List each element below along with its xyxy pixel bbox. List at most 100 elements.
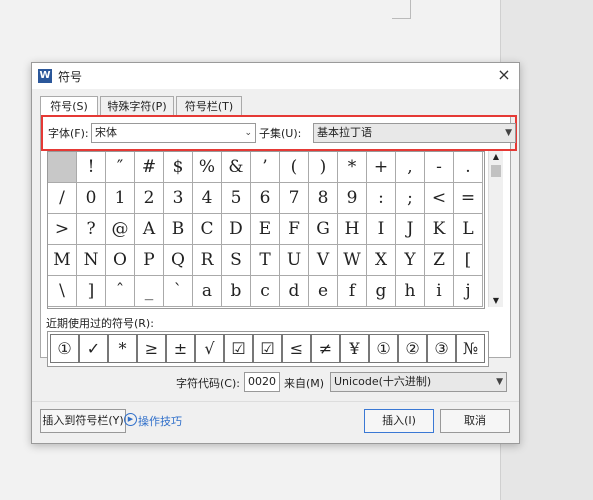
insert-to-symbol-bar-button[interactable]: 插入到符号栏(Y) — [40, 409, 126, 433]
symbol-cell[interactable]: [ — [454, 245, 483, 276]
symbol-cell[interactable]: S — [222, 245, 251, 276]
symbol-cell[interactable]: # — [135, 152, 164, 183]
recent-symbol-cell[interactable]: ¥ — [340, 334, 369, 363]
symbol-cell[interactable]: - — [425, 152, 454, 183]
recent-symbol-cell[interactable]: √ — [195, 334, 224, 363]
scroll-thumb[interactable] — [491, 165, 501, 177]
recent-symbol-cell[interactable]: № — [456, 334, 485, 363]
symbol-cell[interactable]: b — [222, 276, 251, 307]
symbol-cell[interactable]: 4 — [193, 183, 222, 214]
symbol-cell[interactable]: C — [193, 214, 222, 245]
symbol-cell[interactable]: * — [338, 152, 367, 183]
symbol-cell[interactable]: J — [396, 214, 425, 245]
symbol-grid-scrollbar[interactable]: ▲ ▼ — [488, 151, 503, 307]
symbol-cell[interactable]: \ — [48, 276, 77, 307]
symbol-cell[interactable]: H — [338, 214, 367, 245]
symbol-cell[interactable]: f — [338, 276, 367, 307]
symbol-cell[interactable]: ˆ — [106, 276, 135, 307]
symbol-cell[interactable]: : — [367, 183, 396, 214]
symbol-cell[interactable]: 6 — [251, 183, 280, 214]
symbol-cell[interactable]: @ — [106, 214, 135, 245]
symbol-cell[interactable]: T — [251, 245, 280, 276]
symbol-cell[interactable]: & — [222, 152, 251, 183]
symbol-cell[interactable]: ` — [164, 276, 193, 307]
recent-symbol-cell[interactable]: ≠ — [311, 334, 340, 363]
symbol-cell[interactable]: ] — [77, 276, 106, 307]
symbol-cell[interactable]: 9 — [338, 183, 367, 214]
symbol-cell[interactable]: c — [251, 276, 280, 307]
close-icon[interactable]: × — [495, 66, 513, 84]
recent-symbol-cell[interactable]: * — [108, 334, 137, 363]
symbol-cell[interactable]: ( — [280, 152, 309, 183]
symbol-cell[interactable]: R — [193, 245, 222, 276]
recent-symbol-cell[interactable]: ③ — [427, 334, 456, 363]
symbol-cell[interactable]: V — [309, 245, 338, 276]
symbol-cell[interactable]: P — [135, 245, 164, 276]
symbol-cell[interactable]: 2 — [135, 183, 164, 214]
symbol-cell[interactable]: , — [396, 152, 425, 183]
symbol-cell[interactable]: > — [48, 214, 77, 245]
font-select[interactable]: 宋体 ⌄ — [91, 123, 256, 143]
symbol-cell[interactable]: A — [135, 214, 164, 245]
symbol-cell[interactable]: < — [425, 183, 454, 214]
symbol-cell[interactable]: ? — [77, 214, 106, 245]
recent-symbol-cell[interactable]: ≥ — [137, 334, 166, 363]
symbol-cell[interactable]: M — [48, 245, 77, 276]
symbol-cell[interactable]: a — [193, 276, 222, 307]
recent-symbol-cell[interactable]: ② — [398, 334, 427, 363]
symbol-cell[interactable]: i — [425, 276, 454, 307]
symbol-cell[interactable]: Y — [396, 245, 425, 276]
scroll-down-icon[interactable]: ▼ — [489, 295, 503, 307]
symbol-cell[interactable]: + — [367, 152, 396, 183]
symbol-cell[interactable]: ; — [396, 183, 425, 214]
tab-special-characters[interactable]: 特殊字符(P) — [100, 96, 174, 116]
subset-select[interactable]: 基本拉丁语 ▼ — [313, 123, 516, 143]
symbol-cell[interactable]: j — [454, 276, 483, 307]
symbol-cell[interactable]: 1 — [106, 183, 135, 214]
symbol-cell[interactable]: E — [251, 214, 280, 245]
symbol-cell[interactable]: F — [280, 214, 309, 245]
symbol-cell[interactable]: W — [338, 245, 367, 276]
symbol-cell[interactable]: % — [193, 152, 222, 183]
symbol-cell[interactable]: ) — [309, 152, 338, 183]
tab-symbols[interactable]: 符号(S) — [40, 96, 98, 117]
symbol-cell[interactable]: Q — [164, 245, 193, 276]
symbol-cell[interactable] — [48, 152, 77, 183]
symbol-cell[interactable]: . — [454, 152, 483, 183]
symbol-cell[interactable]: g — [367, 276, 396, 307]
recent-symbol-cell[interactable]: ✓ — [79, 334, 108, 363]
symbol-cell[interactable]: U — [280, 245, 309, 276]
symbol-cell[interactable]: h — [396, 276, 425, 307]
symbol-cell[interactable]: 8 — [309, 183, 338, 214]
symbol-cell[interactable]: G — [309, 214, 338, 245]
symbol-cell[interactable]: I — [367, 214, 396, 245]
symbol-cell[interactable]: $ — [164, 152, 193, 183]
tips-link[interactable]: ▶ 操作技巧 — [124, 413, 182, 429]
recent-symbol-cell[interactable]: ① — [50, 334, 79, 363]
recent-symbol-cell[interactable]: ≤ — [282, 334, 311, 363]
tab-symbol-bar[interactable]: 符号栏(T) — [176, 96, 242, 116]
symbol-cell[interactable]: Z — [425, 245, 454, 276]
symbol-cell[interactable]: 0 — [77, 183, 106, 214]
insert-button[interactable]: 插入(I) — [364, 409, 434, 433]
symbol-cell[interactable]: _ — [135, 276, 164, 307]
recent-symbol-cell[interactable]: ☑ — [224, 334, 253, 363]
scroll-up-icon[interactable]: ▲ — [489, 151, 503, 163]
symbol-cell[interactable]: / — [48, 183, 77, 214]
symbol-cell[interactable]: O — [106, 245, 135, 276]
recent-symbol-cell[interactable]: ① — [369, 334, 398, 363]
symbol-cell[interactable]: 7 — [280, 183, 309, 214]
symbol-cell[interactable]: X — [367, 245, 396, 276]
symbol-cell[interactable]: 3 — [164, 183, 193, 214]
symbol-cell[interactable]: d — [280, 276, 309, 307]
symbol-cell[interactable]: D — [222, 214, 251, 245]
symbol-cell[interactable]: ! — [77, 152, 106, 183]
symbol-cell[interactable]: N — [77, 245, 106, 276]
recent-symbol-cell[interactable]: ± — [166, 334, 195, 363]
from-select[interactable]: Unicode(十六进制) ▼ — [330, 372, 507, 392]
symbol-cell[interactable]: K — [425, 214, 454, 245]
char-code-input[interactable]: 0020 — [244, 372, 280, 392]
symbol-cell[interactable]: e — [309, 276, 338, 307]
symbol-cell[interactable]: ’ — [251, 152, 280, 183]
symbol-cell[interactable]: L — [454, 214, 483, 245]
